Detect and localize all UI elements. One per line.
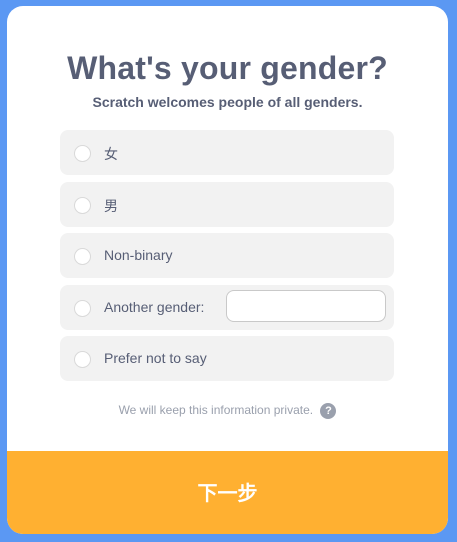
page-title: What's your gender?	[67, 50, 388, 86]
option-label: Another gender:	[104, 299, 205, 315]
page-subtitle: Scratch welcomes people of all genders.	[92, 94, 363, 110]
option-prefer-not-to-say[interactable]: Prefer not to say	[60, 336, 394, 381]
radio-button[interactable]	[74, 351, 91, 368]
privacy-text: We will keep this information private.	[118, 403, 314, 418]
another-gender-input[interactable]	[226, 290, 386, 322]
privacy-note: We will keep this information private. ?	[7, 403, 448, 419]
option-label: 女	[104, 146, 118, 162]
option-non-binary[interactable]: Non-binary	[60, 233, 394, 278]
radio-button[interactable]	[74, 145, 91, 162]
option-another-gender[interactable]: Another gender:	[60, 285, 394, 330]
help-icon[interactable]: ?	[320, 403, 337, 419]
radio-button[interactable]	[74, 300, 91, 317]
option-label: 男	[104, 198, 118, 214]
option-male[interactable]: 男	[60, 182, 394, 227]
gender-modal: What's your gender? Scratch welcomes peo…	[7, 6, 448, 534]
option-female[interactable]: 女	[60, 130, 394, 175]
next-button[interactable]: 下一步	[7, 451, 448, 534]
radio-button[interactable]	[74, 248, 91, 265]
option-label: Prefer not to say	[104, 350, 207, 366]
option-label: Non-binary	[104, 247, 173, 263]
radio-button[interactable]	[74, 197, 91, 214]
